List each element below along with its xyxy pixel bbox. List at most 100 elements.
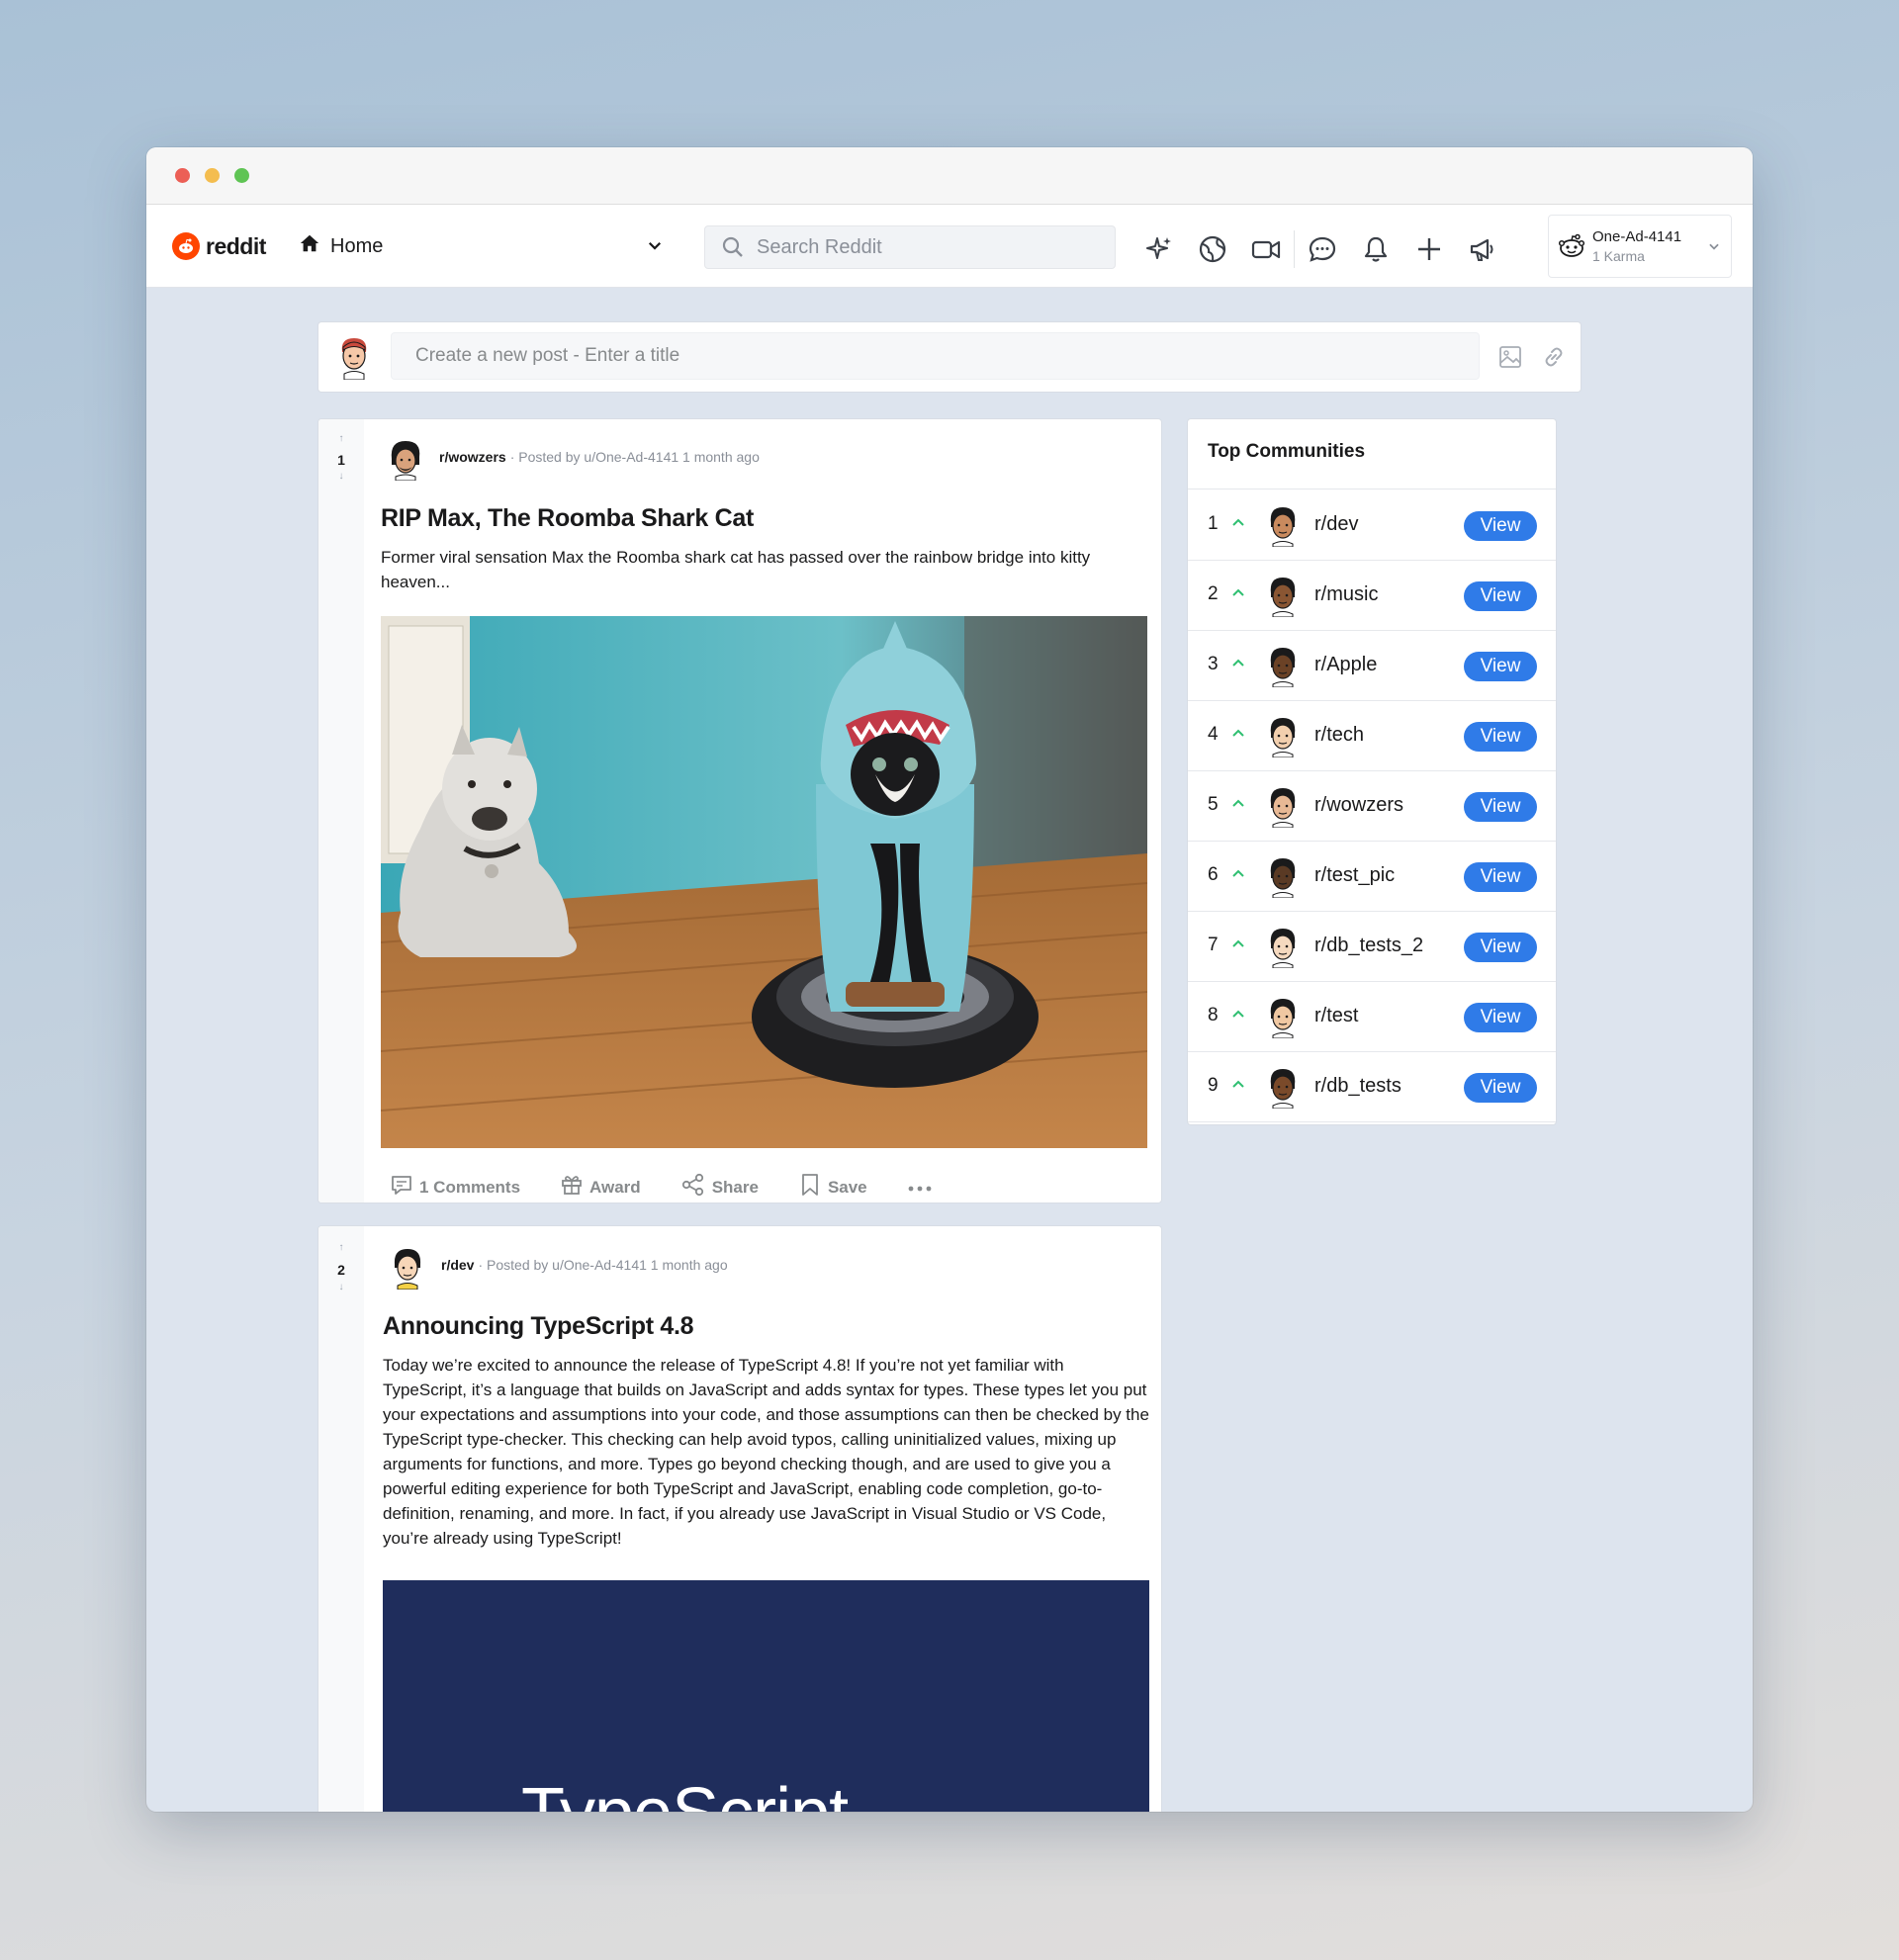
user-menu[interactable]: One-Ad-4141 1 Karma bbox=[1548, 215, 1732, 278]
reddit-logo[interactable]: reddit bbox=[172, 232, 266, 260]
community-row[interactable]: 4 r/tech View bbox=[1188, 700, 1556, 771]
subreddit-avatar[interactable] bbox=[388, 1246, 427, 1294]
community-name[interactable]: r/music bbox=[1314, 583, 1378, 606]
view-community-button[interactable]: View bbox=[1464, 722, 1537, 752]
trending-up-icon bbox=[1231, 936, 1245, 954]
community-row[interactable]: 8 r/test View bbox=[1188, 981, 1556, 1052]
nav-icon-group bbox=[1143, 230, 1498, 268]
downvote-icon[interactable]: ↓ bbox=[318, 471, 364, 482]
community-name[interactable]: r/dev bbox=[1314, 513, 1358, 536]
post-body: Former viral sensation Max the Roomba sh… bbox=[381, 548, 1091, 591]
downvote-icon[interactable]: ↓ bbox=[318, 1282, 364, 1292]
community-rank: 5 bbox=[1208, 794, 1219, 815]
post-card[interactable]: ↑ 2 ↓ r/dev · Posted by u/One-Ad-4141 1 … bbox=[317, 1225, 1162, 1812]
view-community-button[interactable]: View bbox=[1464, 792, 1537, 822]
share-button[interactable]: Share bbox=[680, 1172, 759, 1203]
image-icon[interactable] bbox=[1497, 344, 1523, 375]
vote-column: ↑ 1 ↓ bbox=[318, 419, 364, 1203]
trending-up-icon bbox=[1231, 796, 1245, 814]
save-button[interactable]: Save bbox=[798, 1172, 867, 1203]
view-community-button[interactable]: View bbox=[1464, 933, 1537, 962]
view-community-button[interactable]: View bbox=[1464, 581, 1537, 611]
typescript-logo-text: TypeScript bbox=[521, 1773, 849, 1812]
subreddit-avatar[interactable] bbox=[386, 439, 425, 486]
subreddit-link[interactable]: r/wowzers bbox=[439, 449, 506, 465]
sparkle-icon[interactable] bbox=[1143, 233, 1175, 265]
community-rank: 1 bbox=[1208, 513, 1219, 534]
close-window-button[interactable] bbox=[175, 168, 190, 183]
user-karma: 1 Karma bbox=[1592, 248, 1645, 264]
link-icon[interactable] bbox=[1541, 344, 1567, 375]
view-community-button[interactable]: View bbox=[1464, 652, 1537, 681]
minimize-window-button[interactable] bbox=[205, 168, 220, 183]
comments-label: 1 Comments bbox=[419, 1177, 521, 1197]
community-row[interactable]: 9 r/db_tests View bbox=[1188, 1051, 1556, 1122]
community-name[interactable]: r/wowzers bbox=[1314, 794, 1403, 817]
post-meta: r/dev · Posted by u/One-Ad-4141 1 month … bbox=[441, 1257, 728, 1273]
subreddit-link[interactable]: r/dev bbox=[441, 1257, 474, 1273]
community-name[interactable]: r/db_tests_2 bbox=[1314, 935, 1423, 957]
vote-column: ↑ 2 ↓ bbox=[318, 1226, 364, 1812]
community-avatar bbox=[1261, 854, 1305, 899]
view-community-button[interactable]: View bbox=[1464, 1073, 1537, 1103]
save-label: Save bbox=[827, 1177, 867, 1197]
create-post-input[interactable] bbox=[391, 332, 1480, 380]
trending-up-icon bbox=[1231, 585, 1245, 603]
community-avatar bbox=[1261, 995, 1305, 1039]
community-name[interactable]: r/test bbox=[1314, 1005, 1358, 1027]
sidebar-title: Top Communities bbox=[1208, 441, 1366, 462]
community-name[interactable]: r/test_pic bbox=[1314, 864, 1395, 887]
comments-button[interactable]: 1 Comments bbox=[390, 1173, 520, 1202]
home-label: Home bbox=[330, 234, 384, 257]
community-row[interactable]: 7 r/db_tests_2 View bbox=[1188, 911, 1556, 982]
community-row[interactable]: 2 r/music View bbox=[1188, 560, 1556, 631]
plus-icon[interactable] bbox=[1413, 233, 1445, 265]
bookmark-icon bbox=[798, 1172, 822, 1203]
browser-window: reddit Home Search Reddit One-Ad-4141 1 … bbox=[146, 147, 1753, 1812]
comment-icon bbox=[390, 1173, 413, 1202]
more-icon bbox=[907, 1178, 933, 1198]
view-community-button[interactable]: View bbox=[1464, 862, 1537, 892]
community-name[interactable]: r/db_tests bbox=[1314, 1075, 1402, 1098]
trending-up-icon bbox=[1231, 866, 1245, 884]
avatar[interactable] bbox=[334, 334, 374, 385]
search-input[interactable] bbox=[755, 234, 1085, 260]
reddit-logo-icon bbox=[172, 232, 200, 260]
more-options-button[interactable] bbox=[907, 1178, 933, 1198]
post-title[interactable]: Announcing TypeScript 4.8 bbox=[383, 1312, 694, 1341]
upvote-icon[interactable]: ↑ bbox=[318, 433, 364, 444]
megaphone-icon[interactable] bbox=[1467, 233, 1498, 265]
trending-up-icon bbox=[1231, 726, 1245, 744]
chevron-down-icon[interactable] bbox=[646, 236, 664, 259]
community-avatar bbox=[1261, 503, 1305, 548]
view-community-button[interactable]: View bbox=[1464, 1003, 1537, 1032]
bell-icon[interactable] bbox=[1360, 233, 1392, 265]
home-dropdown[interactable]: Home bbox=[299, 232, 383, 260]
post-card[interactable]: ↑ 1 ↓ r/wowzers · Posted by u/One-Ad-414… bbox=[317, 418, 1162, 1203]
view-community-button[interactable]: View bbox=[1464, 511, 1537, 541]
title-bar bbox=[146, 147, 1753, 205]
user-name: One-Ad-4141 bbox=[1592, 228, 1682, 245]
community-row[interactable]: 6 r/test_pic View bbox=[1188, 841, 1556, 912]
award-button[interactable]: Award bbox=[560, 1173, 641, 1202]
post-image[interactable]: TypeScript bbox=[383, 1580, 1149, 1812]
nav-divider bbox=[1294, 230, 1295, 268]
community-row[interactable]: 3 r/Apple View bbox=[1188, 630, 1556, 701]
community-avatar bbox=[1261, 1065, 1305, 1110]
globe-icon[interactable] bbox=[1197, 233, 1228, 265]
video-icon[interactable] bbox=[1250, 233, 1282, 265]
community-name[interactable]: r/tech bbox=[1314, 724, 1364, 747]
community-name[interactable]: r/Apple bbox=[1314, 654, 1377, 676]
chat-icon[interactable] bbox=[1307, 233, 1338, 265]
community-row[interactable]: 5 r/wowzers View bbox=[1188, 770, 1556, 842]
share-label: Share bbox=[711, 1177, 759, 1197]
post-image[interactable] bbox=[381, 616, 1147, 1148]
user-avatar-icon bbox=[1558, 233, 1585, 264]
post-body: Today we’re excited to announce the rele… bbox=[383, 1356, 1149, 1548]
community-rank: 4 bbox=[1208, 724, 1219, 745]
upvote-icon[interactable]: ↑ bbox=[318, 1242, 364, 1253]
post-title[interactable]: RIP Max, The Roomba Shark Cat bbox=[381, 504, 754, 533]
community-row[interactable]: 1 r/dev View bbox=[1188, 490, 1556, 561]
maximize-window-button[interactable] bbox=[234, 168, 249, 183]
award-label: Award bbox=[589, 1177, 641, 1197]
